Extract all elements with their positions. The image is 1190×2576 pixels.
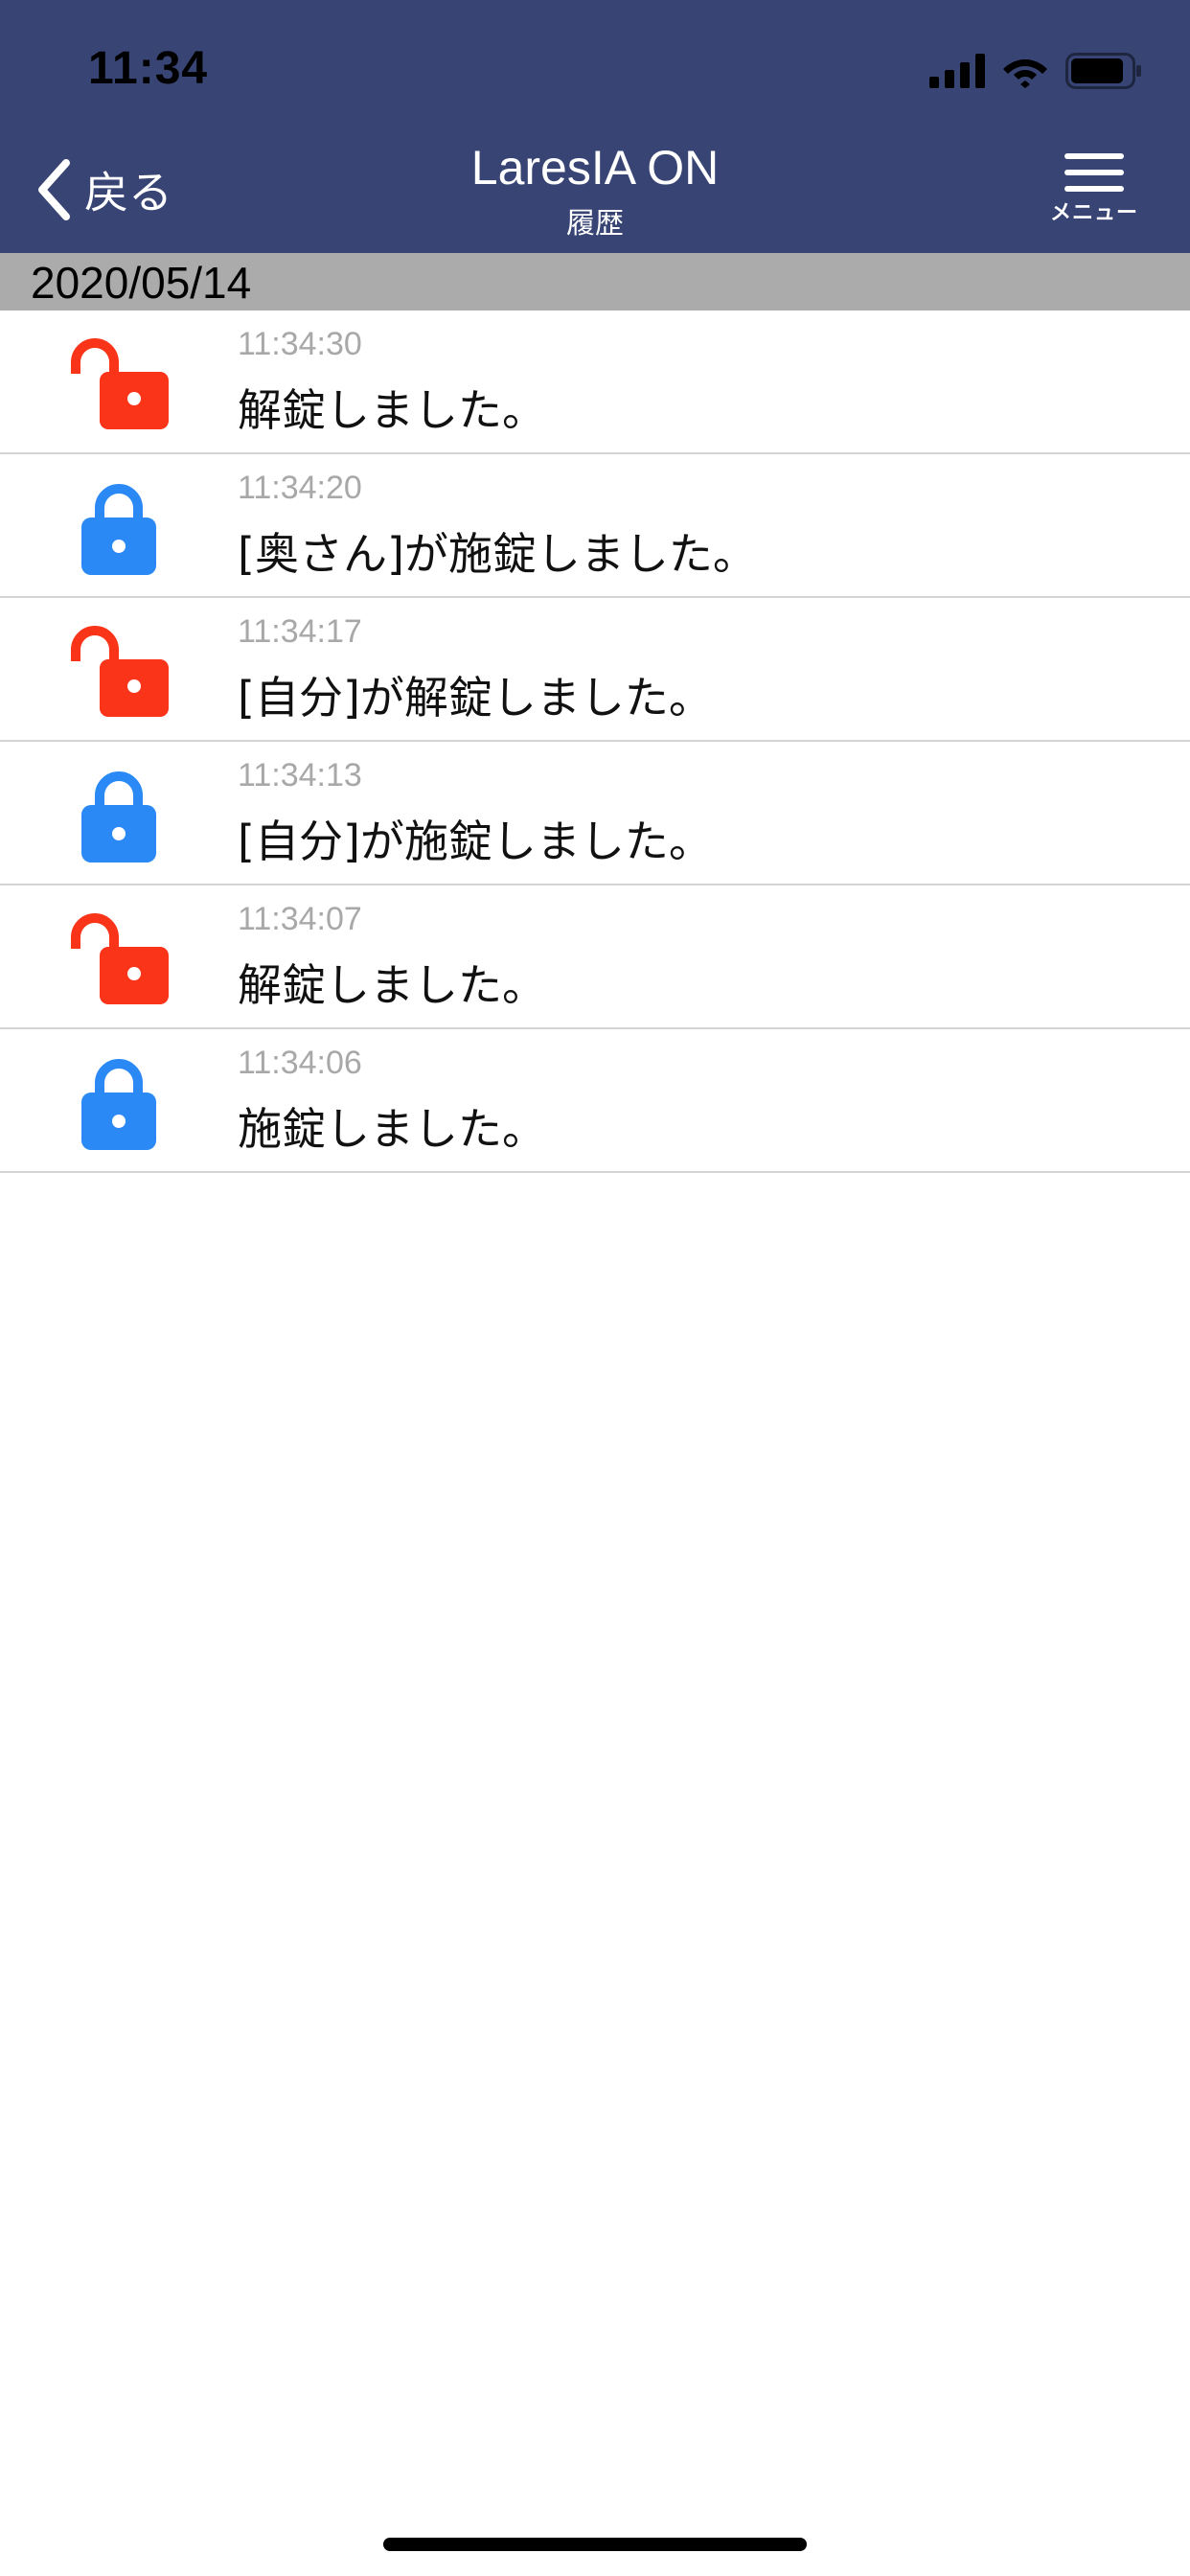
home-indicator[interactable] <box>383 2538 807 2551</box>
hamburger-menu-icon <box>1064 153 1124 192</box>
entry-message: 解錠しました。 <box>238 959 546 1011</box>
entry-time: 11:34:20 <box>238 470 362 506</box>
history-entry[interactable]: 11:34:17 [自分]が解錠しました。 <box>0 598 1190 742</box>
entry-message: [自分]が施錠しました。 <box>238 816 713 867</box>
menu-button[interactable]: メニュー <box>1046 151 1142 232</box>
entry-time: 11:34:13 <box>238 757 362 794</box>
lock-open-icon <box>71 338 169 429</box>
entry-message: [奥さん]が施錠しました。 <box>238 528 757 580</box>
menu-button-label: メニュー <box>1049 201 1138 225</box>
lock-closed-icon <box>81 484 156 575</box>
status-bar-icons <box>929 50 1142 92</box>
entry-time: 11:34:30 <box>238 326 362 362</box>
entry-message: 解錠しました。 <box>238 384 546 436</box>
chevron-left-icon <box>38 159 70 220</box>
status-bar-time: 11:34 <box>88 43 209 94</box>
history-entry[interactable]: 11:34:13 [自分]が施錠しました。 <box>0 742 1190 886</box>
wifi-icon <box>1003 59 1047 88</box>
entry-message: [自分]が解錠しました。 <box>238 672 713 724</box>
history-list: 11:34:30 解錠しました。 11:34:20 [奥さん]が施錠しました。 … <box>0 310 1190 1173</box>
history-date: 2020/05/14 <box>31 258 252 308</box>
date-section-header: 2020/05/14 <box>0 253 1190 310</box>
lock-open-icon <box>71 626 169 717</box>
page-title: LaresIA ON <box>470 141 720 195</box>
battery-icon <box>1065 53 1141 89</box>
app-header: 11:34 戻る LaresIA ON 履歴 メニュー <box>0 0 1190 253</box>
history-entry[interactable]: 11:34:30 解錠しました。 <box>0 310 1190 454</box>
history-entry[interactable]: 11:34:20 [奥さん]が施錠しました。 <box>0 454 1190 598</box>
history-entry[interactable]: 11:34:07 解錠しました。 <box>0 886 1190 1029</box>
entry-time: 11:34:06 <box>238 1045 362 1081</box>
back-button[interactable]: 戻る <box>34 153 172 226</box>
cellular-signal-icon <box>929 54 985 88</box>
entry-time: 11:34:07 <box>238 901 362 937</box>
history-entry[interactable]: 11:34:06 施錠しました。 <box>0 1029 1190 1173</box>
entry-message: 施錠しました。 <box>238 1103 546 1155</box>
back-button-label: 戻る <box>84 167 172 218</box>
page-subtitle: 履歴 <box>566 207 624 241</box>
entry-time: 11:34:17 <box>238 613 362 650</box>
history-screen: 11:34 戻る LaresIA ON 履歴 メニュー 2020/05/14 1… <box>0 0 1190 2576</box>
lock-open-icon <box>71 913 169 1004</box>
lock-closed-icon <box>81 771 156 862</box>
lock-closed-icon <box>81 1059 156 1150</box>
